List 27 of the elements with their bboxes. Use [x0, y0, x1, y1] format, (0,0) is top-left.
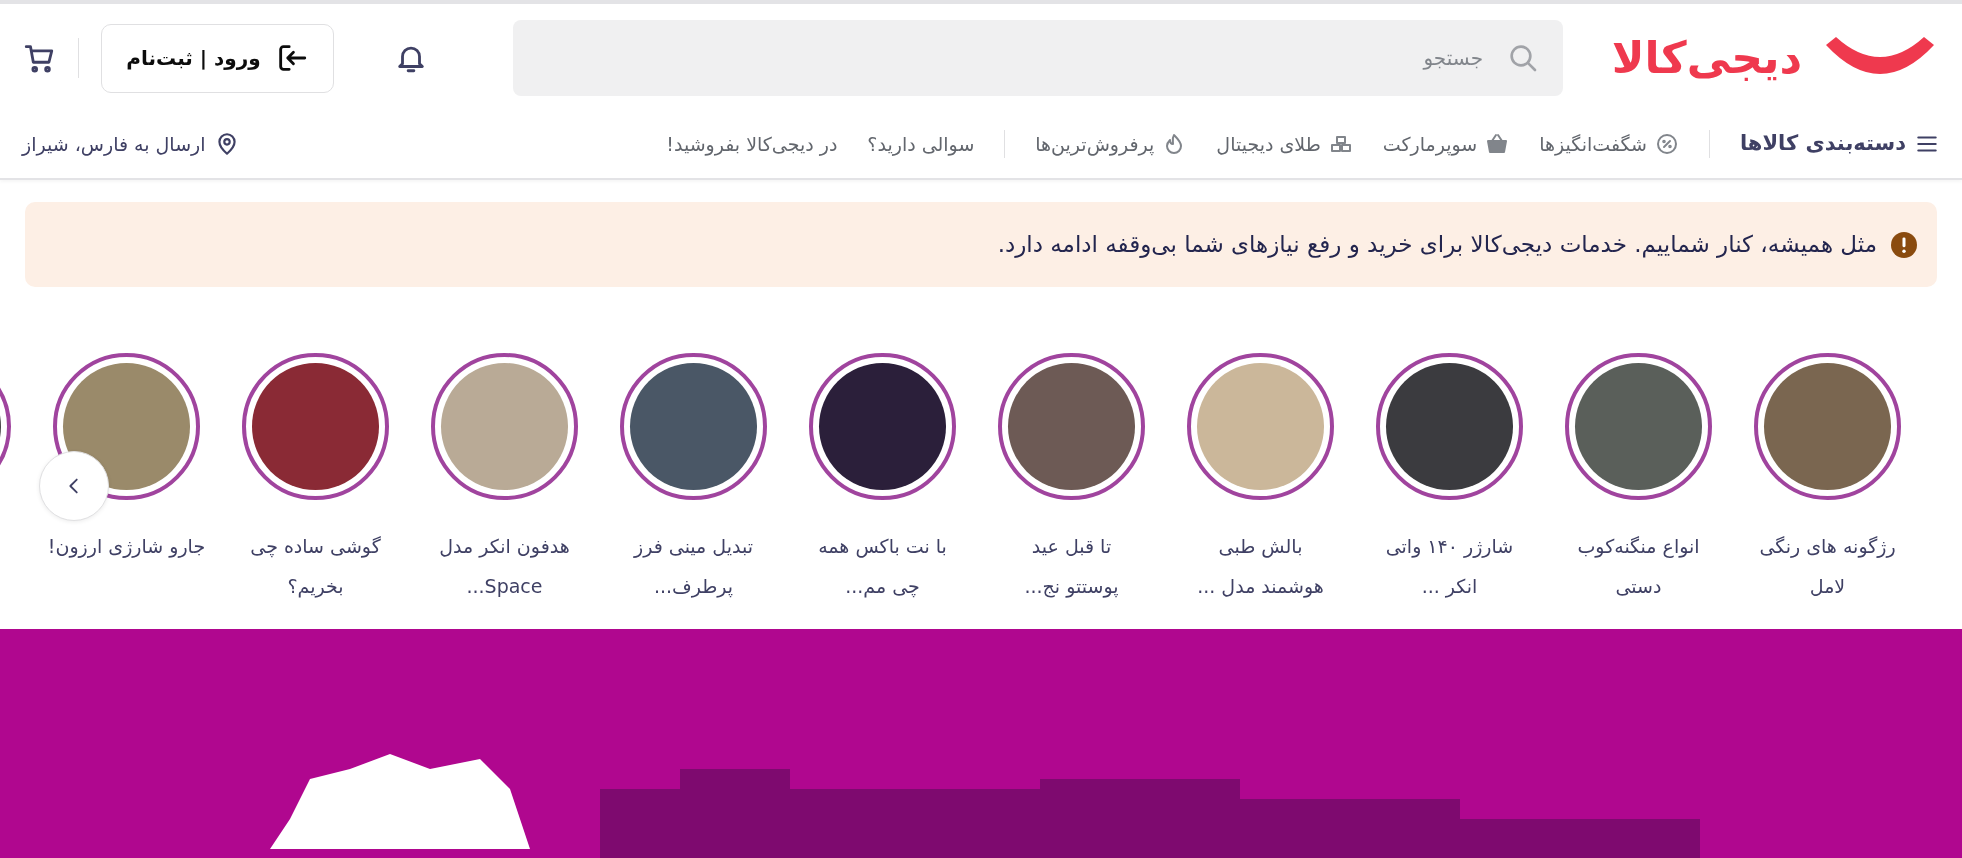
basket-icon: [1485, 132, 1510, 156]
story-title[interactable]: تبدیل مینی فرز پرطرف...: [634, 526, 753, 606]
logo-text[interactable]: دیجی‌کالا: [1611, 36, 1802, 80]
nav-link[interactable]: سوپرمارکت: [1382, 129, 1510, 159]
story-title[interactable]: با نت باکس همه چی مم...: [818, 526, 947, 606]
story-title[interactable]: شارژر ۱۴۰ واتی انکر ...: [1385, 526, 1514, 606]
warning-icon: [1891, 231, 1917, 258]
nav-link[interactable]: طلای دیجیتال: [1216, 129, 1353, 159]
search-field[interactable]: جستجو: [513, 20, 1563, 96]
login-button[interactable]: ورود | ثبت‌نام: [101, 23, 334, 93]
categories-menu[interactable]: دسته‌بندی کالاها: [1739, 128, 1940, 160]
story-title[interactable]: رژگونه های رنگی لامل: [1759, 526, 1896, 606]
story-title[interactable]: تا قبل عید پوستتو نج...: [1024, 526, 1119, 606]
promo-banner[interactable]: [0, 629, 1962, 858]
story-title[interactable]: گوشی ساده چی بخریم؟: [250, 526, 381, 606]
story-title[interactable]: بالش طبی هوشمند مدل ...: [1197, 526, 1324, 606]
scroll-left-button[interactable]: [39, 451, 109, 521]
nav-link[interactable]: پرفروش‌ترین‌ها: [1035, 129, 1187, 159]
nav-link[interactable]: در دیجی‌کالا بفروشید!: [666, 129, 838, 159]
percent-icon: [1654, 132, 1679, 156]
story-title[interactable]: انواع منگنه‌کوب دستی: [1577, 526, 1700, 606]
search-icon: [1507, 42, 1539, 74]
notice-text: مثل همیشه، کنار شماییم. خدمات دیجی‌کالا برای خرید و رفع نیازهای شما بی‌وقفه ادامه دارد.: [997, 230, 1877, 260]
story-title[interactable]: جارو شارژی ارزون!: [47, 526, 206, 566]
nav-link[interactable]: شگفت‌انگیزها: [1539, 129, 1679, 159]
nav-link[interactable]: سوالی دارید؟: [867, 129, 975, 159]
delivery-location[interactable]: ارسال به فارس، شیراز: [22, 129, 240, 159]
